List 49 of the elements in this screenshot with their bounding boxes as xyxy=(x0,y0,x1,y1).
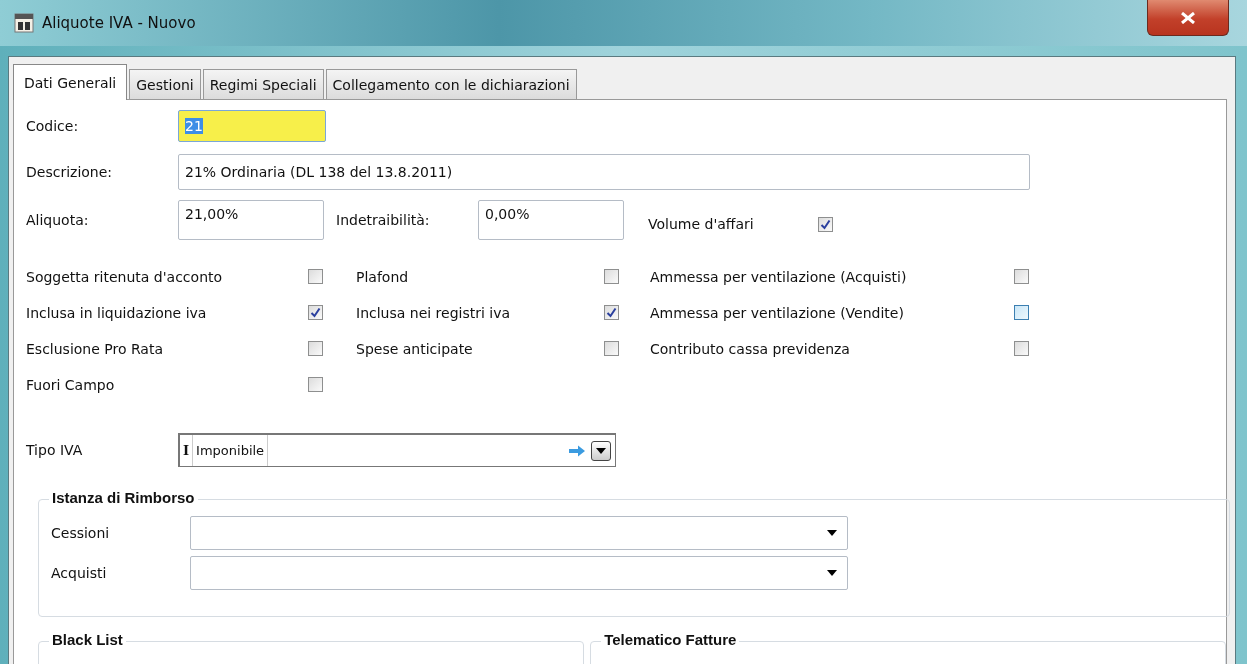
field-label: Aliquota: xyxy=(26,212,90,228)
group-title: Telematico Fatture xyxy=(601,631,740,648)
field-label: Acquisti xyxy=(50,565,108,581)
close-button[interactable] xyxy=(1147,0,1229,36)
checkbox[interactable] xyxy=(308,269,323,284)
group-title: Istanza di Rimborso xyxy=(49,489,198,506)
checkbox[interactable] xyxy=(1014,269,1029,284)
caret-icon xyxy=(596,447,606,454)
checkbox[interactable] xyxy=(1014,305,1029,320)
lookup-field[interactable]: I Imponibile xyxy=(178,433,616,467)
checkbox[interactable] xyxy=(308,341,323,356)
calendar-icon xyxy=(14,13,34,33)
input-field[interactable]: 21% Ordinaria (DL 138 del 13.8.2011) xyxy=(178,154,1030,190)
close-icon xyxy=(1180,11,1196,24)
caret-icon xyxy=(827,530,837,536)
checkbox[interactable] xyxy=(308,377,323,392)
checkbox-label: Contributo cassa previdenza xyxy=(650,340,851,357)
input-field[interactable]: 21,00% xyxy=(178,200,324,240)
field-label: Cessioni xyxy=(50,525,111,541)
caret-icon xyxy=(827,570,837,576)
field-label: Codice: xyxy=(26,118,80,134)
checkbox-label: Ammessa per ventilazione (Vendite) xyxy=(650,304,905,321)
tab[interactable]: Regimi Speciali xyxy=(202,69,324,99)
group-title: Black List xyxy=(49,631,126,648)
tab[interactable]: Gestioni xyxy=(129,69,201,99)
checkbox-label: Fuori Campo xyxy=(26,376,116,393)
checkbox-label: Volume d'affari xyxy=(648,216,755,232)
checkbox-label: Inclusa in liquidazione iva xyxy=(26,304,208,321)
window-title: Aliquote IVA - Nuovo xyxy=(42,14,196,32)
checkbox-label: Plafond xyxy=(356,268,410,285)
checkbox-label: Esclusione Pro Rata xyxy=(26,340,164,357)
checkbox[interactable] xyxy=(604,341,619,356)
checkbox[interactable] xyxy=(818,216,833,232)
field-label: Descrizione: xyxy=(26,164,114,180)
checkbox-label: Soggetta ritenuta d'acconto xyxy=(26,268,224,285)
checkbox[interactable] xyxy=(1014,341,1029,356)
tab[interactable]: Collegamento con le dichiarazioni xyxy=(325,69,577,99)
input-field[interactable]: 0,00% xyxy=(478,200,624,240)
dropdown-button[interactable] xyxy=(591,440,611,461)
checkbox[interactable] xyxy=(604,305,619,320)
checkbox[interactable] xyxy=(604,269,619,284)
arrow-right-icon xyxy=(568,444,586,457)
checkbox-label: Ammessa per ventilazione (Acquisti) xyxy=(650,268,908,285)
field-label: Tipo IVA xyxy=(26,442,84,458)
tab[interactable]: Dati Generali xyxy=(13,64,128,100)
checkbox[interactable] xyxy=(308,305,323,320)
checkbox-label: Inclusa nei registri iva xyxy=(356,304,512,321)
checkbox-label: Spese anticipate xyxy=(356,340,474,357)
field-label: Indetraibilità: xyxy=(336,212,431,228)
